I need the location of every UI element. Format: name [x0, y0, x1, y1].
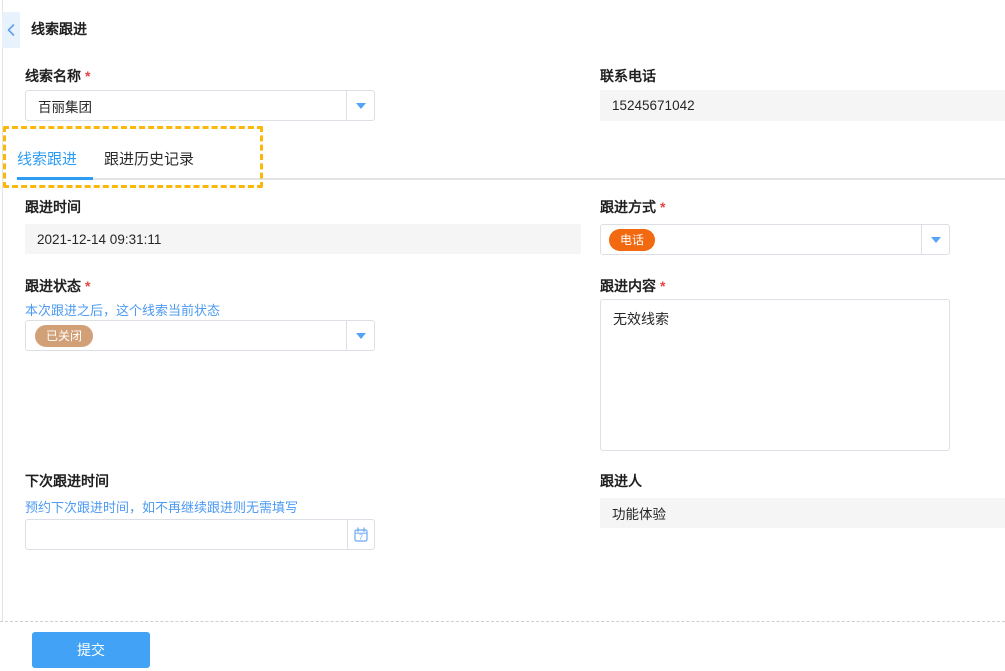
follow-method-tag: 电话 [609, 229, 655, 251]
follow-method-select[interactable]: 电话 [600, 224, 950, 255]
tab-followup-history[interactable]: 跟进历史记录 [104, 148, 194, 169]
follow-method-caret-button[interactable] [921, 225, 949, 254]
chevron-left-icon [6, 23, 16, 37]
lead-followup-page: 线索跟进 线索名称* 联系电话 百丽集团 15245671042 线索跟进 跟进… [0, 0, 1005, 671]
required-marker: * [660, 199, 665, 215]
next-follow-time-hint: 预约下次跟进时间，如不再继续跟进则无需填写 [25, 497, 298, 516]
page-title: 线索跟进 [31, 19, 87, 39]
calendar-icon: 7 [353, 527, 369, 543]
date-picker-button[interactable]: 7 [347, 519, 375, 550]
next-follow-time-input[interactable] [25, 519, 348, 550]
contact-phone-field: 15245671042 [600, 90, 1005, 121]
footer-divider [0, 621, 1005, 622]
lead-name-select[interactable]: 百丽集团 [25, 90, 375, 121]
lead-name-caret-button[interactable] [346, 91, 374, 120]
follow-status-caret-button[interactable] [346, 321, 374, 350]
follow-person-field: 功能体验 [600, 498, 1005, 528]
follow-status-label: 跟进状态* [25, 276, 90, 296]
follow-time-field: 2021-12-14 09:31:11 [25, 224, 581, 254]
back-button[interactable] [2, 12, 20, 48]
follow-time-label: 跟进时间 [25, 197, 81, 217]
page-left-border [2, 0, 3, 621]
submit-button[interactable]: 提交 [32, 632, 150, 668]
required-marker: * [85, 278, 90, 294]
calendar-digit: 7 [359, 532, 363, 541]
active-tab-indicator [17, 177, 93, 180]
tabbar-divider [17, 178, 1005, 180]
chevron-down-icon [931, 237, 941, 243]
follow-person-label: 跟进人 [600, 471, 642, 491]
follow-content-textarea[interactable]: 无效线索 [600, 299, 950, 451]
follow-method-label: 跟进方式* [600, 197, 665, 217]
chevron-down-icon [356, 103, 366, 109]
contact-phone-label: 联系电话 [600, 66, 656, 86]
follow-content-label: 跟进内容* [600, 276, 665, 296]
chevron-down-icon [356, 333, 366, 339]
required-marker: * [660, 278, 665, 294]
tab-lead-followup[interactable]: 线索跟进 [17, 148, 77, 169]
required-marker: * [85, 68, 90, 84]
tab-bar: 线索跟进 跟进历史记录 [17, 148, 194, 169]
lead-name-value: 百丽集团 [26, 96, 92, 116]
follow-status-tag: 已关闭 [35, 325, 93, 347]
follow-status-hint: 本次跟进之后，这个线索当前状态 [25, 300, 220, 319]
next-follow-time-label: 下次跟进时间 [25, 471, 109, 491]
follow-status-select[interactable]: 已关闭 [25, 320, 375, 351]
lead-name-label: 线索名称* [25, 66, 90, 86]
